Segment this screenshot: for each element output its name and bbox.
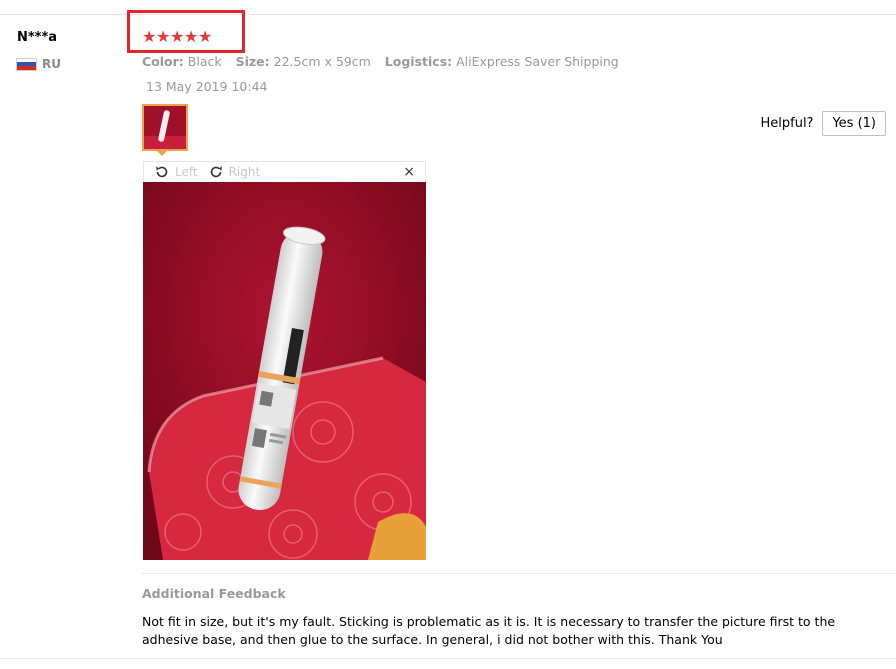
star-rating: ★★★★★ [142, 28, 212, 46]
reviewer-country: RU [17, 57, 61, 71]
reviewer-name: N***a [17, 30, 58, 45]
color-value: Black [187, 54, 222, 69]
star-icon: ★ [142, 27, 157, 46]
helpful-section: Helpful? Yes (1) [760, 111, 886, 136]
logistics-label: Logistics: [384, 54, 453, 69]
logistics-value: AliExpress Saver Shipping [456, 54, 619, 69]
reviewer-info: N***a RU [17, 30, 61, 71]
rotate-left-button[interactable]: Left [154, 164, 198, 180]
helpful-label: Helpful? [760, 116, 814, 131]
bottom-divider [0, 658, 896, 659]
star-icon: ★ [184, 27, 199, 46]
star-icon: ★ [170, 27, 185, 46]
review-photo [143, 182, 426, 560]
order-attributes: Color: Black Size: 22.5cm x 59cm Logisti… [142, 54, 619, 69]
rotate-right-button[interactable]: Right [208, 164, 261, 180]
helpful-yes-button[interactable]: Yes (1) [822, 111, 886, 136]
russia-flag-icon [17, 58, 36, 70]
close-viewer-icon[interactable]: × [403, 164, 415, 180]
feedback-divider [142, 573, 896, 574]
star-icon: ★ [198, 27, 213, 46]
review-date: 13 May 2019 10:44 [146, 79, 268, 94]
rotate-right-icon [210, 166, 222, 178]
color-label: Color: [142, 54, 184, 69]
country-code: RU [42, 57, 61, 71]
image-viewer-toolbar: Left Right × [143, 161, 426, 182]
rotate-left-label: Left [175, 165, 198, 179]
size-value: 22.5cm x 59cm [273, 54, 371, 69]
additional-feedback-text: Not fit in size, but it's my fault. Stic… [142, 614, 836, 647]
thumbnail-pointer [156, 150, 168, 156]
size-label: Size: [235, 54, 270, 69]
additional-feedback-title: Additional Feedback [142, 586, 286, 601]
star-icon: ★ [156, 27, 171, 46]
rotate-left-icon [156, 166, 168, 178]
photo-thumbnail[interactable] [142, 104, 188, 151]
rotate-right-label: Right [228, 165, 261, 179]
